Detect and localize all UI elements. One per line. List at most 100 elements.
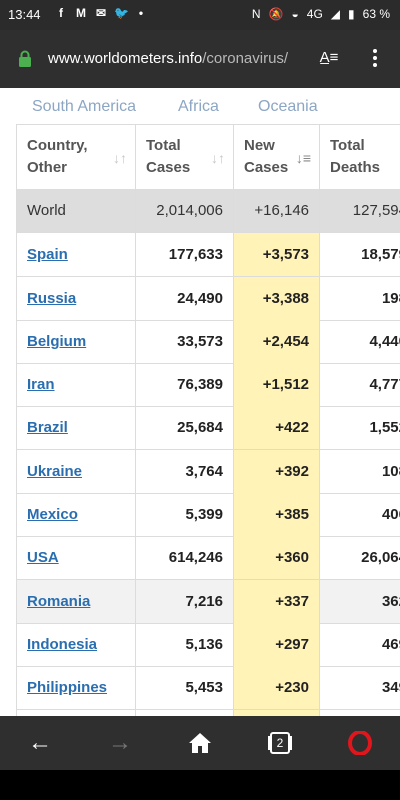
- battery-icon: ▮: [348, 7, 355, 21]
- cell-total-deaths: 108: [320, 450, 400, 493]
- mail-icon: ✉: [95, 6, 107, 20]
- cell-new-cases: +1,512: [234, 363, 320, 406]
- cell-total-deaths: 349: [320, 666, 400, 709]
- battery-level: 63 %: [362, 7, 390, 21]
- nfc-icon: N: [251, 7, 261, 21]
- clock: 13:44: [8, 7, 41, 22]
- country-link[interactable]: Brazil: [27, 419, 68, 436]
- cell-total-cases: 5,136: [136, 623, 234, 666]
- cell-new-cases: +16,146: [234, 189, 320, 232]
- tab-count: 2: [276, 736, 284, 750]
- cell-total-cases: 76,389: [136, 363, 234, 406]
- cell-total-deaths: 18,579: [320, 233, 400, 276]
- table-row: Iran 76,389 +1,512 4,777: [16, 363, 400, 407]
- table-row-world: World 2,014,006 +16,146 127,594: [16, 189, 400, 233]
- home-icon[interactable]: [185, 728, 215, 758]
- network-type: 4G: [306, 7, 323, 21]
- cell-country: World: [16, 189, 136, 232]
- table-row: Mexico 5,399 +385 406: [16, 493, 400, 537]
- country-link[interactable]: Mexico: [27, 506, 78, 523]
- table-header: Country, Other ↓↑ Total Cases ↓↑ New Cases…: [16, 124, 400, 190]
- cell-total-deaths: 4,777: [320, 363, 400, 406]
- table-row: Romania 7,216 +337 362: [16, 580, 400, 624]
- system-nav-bar: [0, 770, 400, 800]
- country-link[interactable]: Spain: [27, 246, 68, 263]
- status-bar: 13:44 f M ✉ 🐦 • N 🔕 ◒ 4G ◢ ▮ 63 %: [0, 0, 400, 30]
- cell-total-deaths: 127,594: [320, 189, 400, 232]
- tab-oceania[interactable]: Oceania: [258, 98, 318, 116]
- back-icon[interactable]: ←: [25, 728, 55, 758]
- facebook-icon: f: [59, 6, 63, 20]
- address-bar: www.worldometers.info/coronavirus/ A̲≡: [0, 30, 400, 88]
- cell-total-deaths: 469: [320, 623, 400, 666]
- sort-icon: ↓↑: [113, 150, 127, 166]
- tabs-icon[interactable]: 2: [265, 728, 295, 758]
- country-link[interactable]: Ukraine: [27, 463, 82, 480]
- cell-total-deaths: 1,552: [320, 406, 400, 449]
- country-link[interactable]: Russia: [27, 290, 76, 307]
- cell-new-cases: +392: [234, 450, 320, 493]
- cell-new-cases: +422: [234, 406, 320, 449]
- cell-total-cases: 177,633: [136, 233, 234, 276]
- table-row: Brazil 25,684 +422 1,552: [16, 406, 400, 450]
- country-link[interactable]: Belgium: [27, 333, 86, 350]
- cell-total-cases: 5,399: [136, 493, 234, 536]
- country-link[interactable]: Philippines: [27, 679, 107, 696]
- cell-total-deaths: 198: [320, 277, 400, 320]
- cell-new-cases: +3,388: [234, 277, 320, 320]
- twitter-icon: 🐦: [114, 6, 129, 20]
- header-total-deaths[interactable]: Total Deaths↓↑: [320, 125, 400, 189]
- cell-total-deaths: 406: [320, 493, 400, 536]
- sort-icon: ↓↑: [211, 150, 225, 166]
- cell-new-cases: +385: [234, 493, 320, 536]
- header-total-cases[interactable]: Total Cases ↓↑: [136, 125, 234, 189]
- cell-total-cases: 3,764: [136, 450, 234, 493]
- region-tabs: South America Africa Oceania: [0, 88, 400, 124]
- cell-total-deaths: 4,440: [320, 320, 400, 363]
- tab-africa[interactable]: Africa: [178, 98, 219, 116]
- tab-south-america[interactable]: South America: [32, 98, 136, 116]
- cell-total-cases: 25,684: [136, 406, 234, 449]
- cell-total-cases: 2,014,006: [136, 189, 234, 232]
- cell-total-deaths: 26,064: [320, 536, 400, 579]
- cell-new-cases: +230: [234, 666, 320, 709]
- country-link[interactable]: Indonesia: [27, 636, 97, 653]
- lock-icon: [18, 50, 32, 73]
- table-row: USA 614,246 +360 26,064: [16, 536, 400, 580]
- header-country[interactable]: Country, Other ↓↑: [16, 125, 136, 189]
- cell-total-cases: 614,246: [136, 536, 234, 579]
- cell-new-cases: +360: [234, 536, 320, 579]
- cell-new-cases: +337: [234, 580, 320, 623]
- table-row: Belgium 33,573 +2,454 4,440: [16, 320, 400, 364]
- table-row: Spain 177,633 +3,573 18,579: [16, 233, 400, 277]
- url-field[interactable]: www.worldometers.info/coronavirus/: [48, 50, 288, 67]
- country-link[interactable]: Romania: [27, 593, 90, 610]
- cell-total-deaths: 362: [320, 580, 400, 623]
- cell-new-cases: +2,454: [234, 320, 320, 363]
- opera-menu-icon[interactable]: [345, 728, 375, 758]
- table-row: Ukraine 3,764 +392 108: [16, 450, 400, 494]
- table-row: Russia 24,490 +3,388 198: [16, 277, 400, 321]
- table-row: Philippines 5,453 +230 349: [16, 666, 400, 710]
- more-options-icon[interactable]: [366, 46, 384, 70]
- forward-icon[interactable]: →: [105, 728, 135, 758]
- dot-icon: •: [138, 6, 144, 20]
- cell-total-cases: 5,453: [136, 666, 234, 709]
- country-link[interactable]: Iran: [27, 376, 55, 393]
- table-row: Indonesia 5,136 +297 469: [16, 623, 400, 667]
- reader-mode-icon[interactable]: A̲≡: [318, 47, 340, 69]
- browser-navbar: ← → 2: [0, 716, 400, 770]
- sort-desc-icon: ↓≡: [295, 150, 311, 166]
- url-domain: www.worldometers.info: [48, 50, 203, 67]
- mute-icon: 🔕: [268, 7, 284, 21]
- url-path: /coronavirus/: [202, 50, 289, 67]
- cell-new-cases: +297: [234, 623, 320, 666]
- cell-total-cases: 7,216: [136, 580, 234, 623]
- country-link[interactable]: USA: [27, 549, 59, 566]
- cell-new-cases: +3,573: [234, 233, 320, 276]
- header-new-cases[interactable]: New Cases ↓≡: [234, 125, 320, 189]
- cases-table: Country, Other ↓↑ Total Cases ↓↑ New Cases…: [16, 124, 400, 716]
- wifi-icon: ◒: [291, 7, 299, 21]
- cell-total-cases: 24,490: [136, 277, 234, 320]
- cell-total-cases: 33,573: [136, 320, 234, 363]
